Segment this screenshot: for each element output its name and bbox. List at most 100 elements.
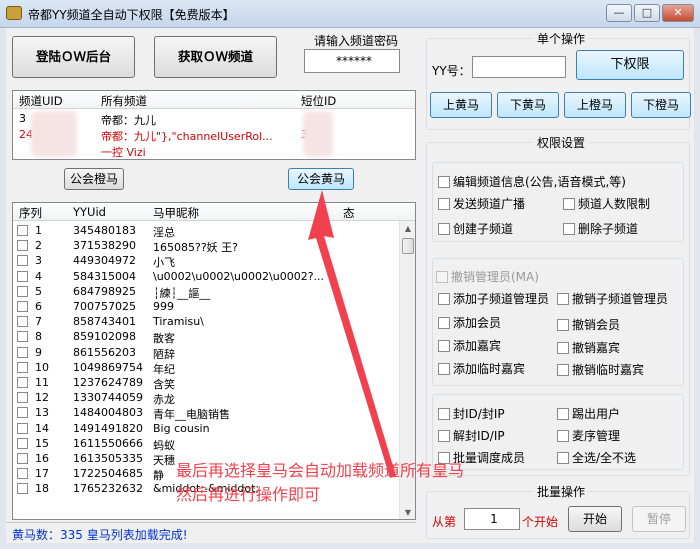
member-checkbox[interactable] <box>17 240 28 252</box>
member-checkbox[interactable] <box>17 437 28 449</box>
member-checkbox[interactable] <box>17 255 28 267</box>
member-index: 3 <box>35 254 42 268</box>
perm-checkbox[interactable]: 频道人数限制 <box>563 195 650 212</box>
member-yyuid: 1722504685 <box>73 467 143 481</box>
perm-checkbox[interactable]: 添加会员 <box>438 314 501 331</box>
column-header[interactable]: 序列 <box>19 205 42 221</box>
column-header[interactable]: 所有频道 <box>101 93 147 109</box>
password-label: 请输入频道密码 <box>314 34 399 48</box>
down-orange-horse-button[interactable]: 下橙马 <box>631 92 691 118</box>
up-orange-horse-button[interactable]: 上橙马 <box>564 92 626 118</box>
member-index: 16 <box>35 452 49 465</box>
maximize-button[interactable]: □ <box>634 4 660 22</box>
perm-checkbox[interactable]: 添加临时嘉宾 <box>438 360 525 377</box>
member-yyuid: 700757025 <box>73 300 136 313</box>
perm-checkbox[interactable]: 删除子频道 <box>563 220 638 237</box>
member-checkbox[interactable] <box>17 468 28 480</box>
yy-number-input[interactable] <box>472 56 566 78</box>
member-checkbox[interactable] <box>17 361 28 373</box>
perm-label: 添加临时嘉宾 <box>453 362 526 376</box>
batch-start-button[interactable]: 开始 <box>568 506 622 532</box>
perm-label: 发送频道广播 <box>453 197 526 211</box>
batch-start-index-input[interactable]: 1 <box>464 508 520 530</box>
perm-checkbox[interactable]: 编辑频道信息(公告,语音模式,等) <box>438 173 626 190</box>
perm-checkbox[interactable]: 解封ID/IP <box>438 427 505 444</box>
batch-pause-button[interactable]: 暂停 <box>632 506 686 532</box>
member-nickname: Big cousin <box>153 421 210 435</box>
remove-permission-button[interactable]: 下权限 <box>576 50 684 80</box>
member-checkbox[interactable] <box>17 301 28 312</box>
member-checkbox[interactable] <box>17 285 28 297</box>
member-index: 15 <box>35 436 49 450</box>
member-index: 7 <box>35 315 42 329</box>
member-checkbox[interactable] <box>17 407 28 419</box>
channel-uid: 3 <box>19 112 26 125</box>
member-checkbox[interactable] <box>17 483 28 495</box>
member-checkbox[interactable] <box>17 346 28 358</box>
member-checkbox[interactable] <box>17 422 28 434</box>
member-checkbox[interactable] <box>17 316 28 328</box>
perm-checkbox[interactable]: 撤销子频道管理员 <box>557 290 668 307</box>
member-yyuid: 859102098 <box>73 330 136 344</box>
perm-checkbox[interactable]: 封ID/封IP <box>438 405 505 422</box>
member-yyuid: 1491491820 <box>73 421 143 435</box>
perm-settings-title: 权限设置 <box>533 134 590 151</box>
down-yellow-horse-button[interactable]: 下黄马 <box>497 92 559 118</box>
close-button[interactable]: ✕ <box>662 4 694 22</box>
password-field[interactable]: ****** <box>304 49 400 73</box>
perm-label: 添加子频道管理员 <box>453 292 550 306</box>
login-ow-button[interactable]: 登陆ＯＷ后台 <box>12 36 135 78</box>
member-yyuid: 1237624789 <box>73 376 143 389</box>
column-header[interactable]: 短位ID <box>301 93 336 109</box>
select-all-checkbox[interactable]: 全选/全不选 <box>557 449 636 466</box>
up-yellow-horse-button[interactable]: 上黄马 <box>430 92 492 118</box>
member-yyuid: 584315004 <box>73 269 136 283</box>
perm-checkbox[interactable]: 撤销临时嘉宾 <box>557 361 644 378</box>
member-checkbox[interactable] <box>17 225 28 236</box>
fetch-ow-channel-button[interactable]: 获取ＯＷ频道 <box>154 36 277 78</box>
member-index: 5 <box>35 284 42 298</box>
single-op-title: 单个操作 <box>533 30 590 47</box>
member-index: 8 <box>35 330 42 344</box>
member-nickname: Tiramisu\ <box>153 315 204 329</box>
perm-checkbox[interactable]: 撤销嘉宾 <box>557 339 620 356</box>
perm-label: 撤销临时嘉宾 <box>572 363 645 377</box>
perm-checkbox[interactable]: 添加子频道管理员 <box>438 290 549 307</box>
channel-list[interactable]: 频道UID 所有频道 短位ID 3 帝都：九儿 24 帝都：九儿"},"chan… <box>12 90 416 160</box>
perm-checkbox[interactable]: 麦序管理 <box>557 427 620 444</box>
member-yyuid: 345480183 <box>73 224 136 237</box>
title-bar: 帝都YY频道全自动下权限【免费版本】 — □ ✕ <box>0 0 700 28</box>
perm-label: 解封ID/IP <box>453 429 505 443</box>
member-index: 6 <box>35 300 42 313</box>
annotation-line-1: 最后再选择皇马会自动加载频道所有皇马 <box>176 461 465 480</box>
revoke-admin-checkbox[interactable]: 撤销管理员(MA) <box>436 268 539 285</box>
column-header[interactable]: YYUid <box>73 205 106 219</box>
perm-checkbox[interactable]: 发送频道广播 <box>438 195 525 212</box>
member-checkbox[interactable] <box>17 377 28 388</box>
member-checkbox[interactable] <box>17 392 28 404</box>
perm-checkbox[interactable]: 撤销会员 <box>557 316 620 333</box>
member-index: 4 <box>35 269 42 283</box>
channel-name: 帝都：九儿"},"channelUserRol... <box>101 130 273 143</box>
member-checkbox[interactable] <box>17 331 28 343</box>
column-header[interactable]: 频道UID <box>19 93 63 109</box>
perm-checkbox[interactable]: 创建子频道 <box>438 220 513 237</box>
scroll-down-arrow-icon[interactable]: ▼ <box>400 505 415 519</box>
status-text: 黄马数：335 皇马列表加载完成! <box>6 522 416 542</box>
perm-checkbox[interactable]: 踢出用户 <box>557 405 620 422</box>
minimize-button[interactable]: — <box>606 4 632 22</box>
perm-checkbox[interactable]: 添加嘉宾 <box>438 337 501 354</box>
perm-label: 全选/全不选 <box>572 451 637 465</box>
member-index: 1 <box>35 224 42 237</box>
guild-yellow-horse-button[interactable]: 公会黄马 <box>288 168 354 190</box>
column-header[interactable]: 马甲昵称 <box>153 205 199 221</box>
perm-label: 封ID/封IP <box>453 407 505 421</box>
member-checkbox[interactable] <box>17 453 28 464</box>
member-checkbox[interactable] <box>17 270 28 282</box>
guild-orange-horse-button[interactable]: 公会橙马 <box>64 168 124 190</box>
perm-label: 添加会员 <box>453 316 502 330</box>
perm-label: 撤销子频道管理员 <box>572 292 669 306</box>
client-area: 登陆ＯＷ后台 获取ＯＷ频道 请输入频道密码 ****** 频道UID 所有频道 … <box>6 28 694 543</box>
perm-label: 添加嘉宾 <box>453 339 502 353</box>
member-index: 17 <box>35 467 49 481</box>
